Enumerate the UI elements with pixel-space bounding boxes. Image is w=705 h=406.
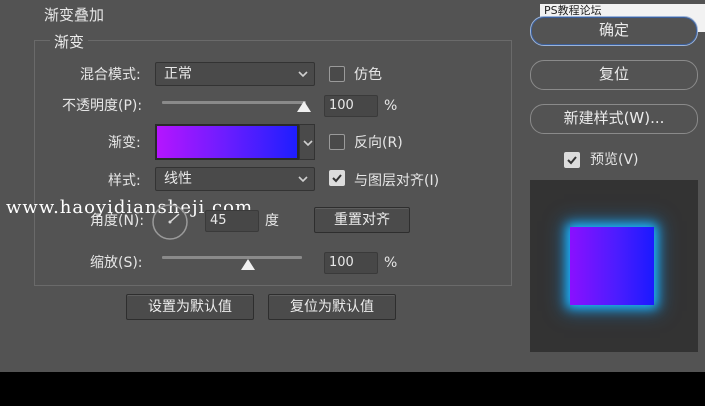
blend-mode-value: 正常 [164, 66, 192, 82]
ok-button[interactable]: 确定 [530, 16, 698, 46]
reset-to-default-button[interactable]: 复位为默认值 [268, 294, 396, 320]
gradient-swatch[interactable] [155, 124, 299, 160]
gradient-label: 渐变: [108, 135, 141, 151]
style-select[interactable]: 线性 [155, 167, 315, 191]
style-preview [530, 180, 698, 352]
bottom-black-band [0, 372, 705, 406]
chevron-down-icon [303, 140, 313, 147]
preview-label: 预览(V) [590, 152, 639, 168]
scale-slider-track[interactable] [162, 256, 302, 259]
scale-slider-thumb[interactable] [241, 259, 255, 270]
blend-mode-label: 混合模式: [80, 67, 141, 83]
angle-label: 角度(N): [90, 213, 145, 229]
preview-thumbnail [570, 227, 654, 305]
preview-checkbox[interactable] [564, 152, 580, 168]
opacity-label: 不透明度(P): [62, 98, 143, 114]
scale-unit: % [384, 255, 398, 271]
style-value: 线性 [164, 171, 192, 187]
gradient-picker-button[interactable] [299, 124, 315, 160]
reset-button[interactable]: 复位 [530, 60, 698, 90]
checkmark-icon [567, 156, 577, 165]
reset-alignment-button[interactable]: 重置对齐 [314, 207, 410, 233]
angle-unit: 度 [265, 213, 279, 229]
make-default-button[interactable]: 设置为默认值 [126, 294, 254, 320]
checkmark-icon [332, 174, 342, 183]
opacity-slider-track[interactable] [162, 101, 306, 104]
align-layer-label: 与图层对齐(I) [354, 173, 440, 189]
scale-input[interactable]: 100 [324, 252, 378, 274]
angle-dial[interactable] [151, 203, 189, 241]
new-style-button[interactable]: 新建样式(W)... [530, 104, 698, 134]
align-layer-checkbox[interactable] [329, 170, 345, 186]
blend-mode-select[interactable]: 正常 [155, 62, 315, 86]
section-title: 渐变叠加 [44, 6, 105, 24]
reverse-label: 反向(R) [354, 135, 403, 151]
style-label: 样式: [108, 173, 141, 189]
chevron-down-icon [298, 176, 308, 183]
scale-label: 缩放(S): [90, 255, 143, 271]
angle-input[interactable]: 45 [205, 210, 259, 232]
opacity-input[interactable]: 100 [324, 95, 378, 117]
group-title: 渐变 [50, 31, 89, 52]
dither-checkbox[interactable] [329, 66, 345, 82]
reverse-checkbox[interactable] [329, 134, 345, 150]
dither-label: 仿色 [354, 67, 382, 83]
chevron-down-icon [298, 71, 308, 78]
opacity-slider-thumb[interactable] [297, 101, 311, 112]
opacity-unit: % [384, 98, 398, 114]
